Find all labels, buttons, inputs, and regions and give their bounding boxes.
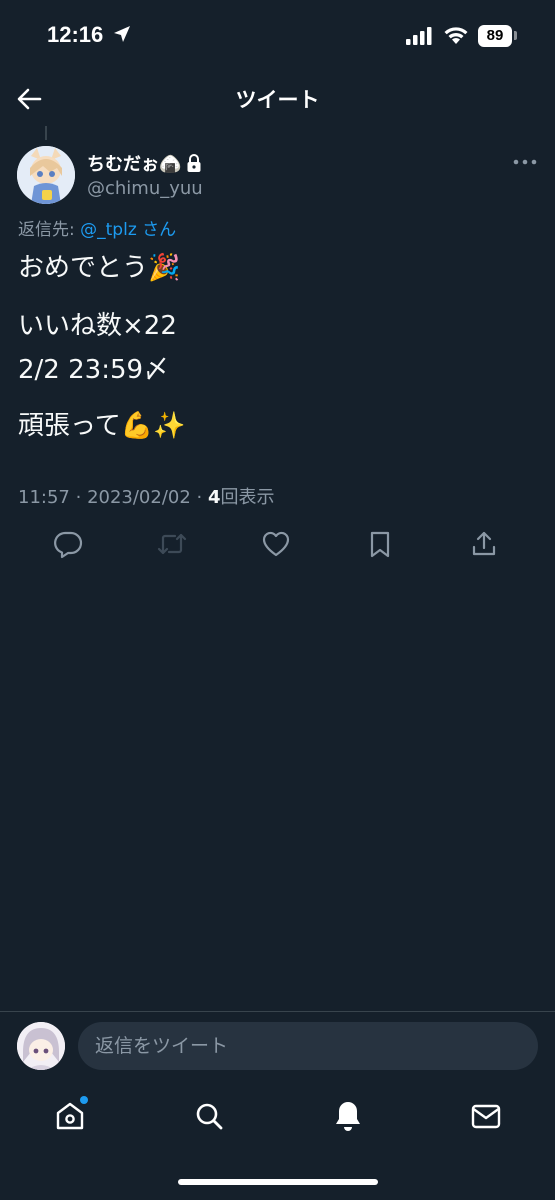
battery-level: 89 [478,25,512,47]
tweet-text-line-1: おめでとう🎉 [18,253,181,283]
share-button[interactable] [466,526,502,562]
author-avatar[interactable] [17,146,75,204]
status-bar: 12:16 89 [0,0,555,72]
tweet-text-line-3: 2/2 23:59〆 [18,355,170,385]
retweet-button[interactable] [154,526,190,562]
compose-divider [0,1011,555,1012]
tab-search[interactable] [189,1096,229,1136]
view-label: 回表示 [220,487,275,508]
tab-notifications[interactable] [328,1096,368,1136]
reply-to-prefix: 返信先: [18,220,81,240]
tweet-date: 2023/02/02 [87,487,191,508]
top-header: ツイート [0,72,555,124]
page-title: ツイート [235,88,320,112]
reply-to-line: 返信先: @_tplz さん [18,215,176,240]
more-options-button[interactable] [512,152,538,172]
share-icon [472,531,496,556]
thread-connector-line [45,126,47,140]
tab-home[interactable] [50,1096,90,1136]
avatar-illustration [17,146,75,204]
tweet-text-line-4: 頑張って💪✨ [18,411,186,441]
like-button[interactable] [258,526,294,562]
wifi-icon [444,27,468,44]
more-dots-icon [513,159,537,165]
reply-to-suffix: さん [136,220,177,240]
home-notification-dot [80,1096,88,1104]
home-indicator [178,1179,378,1185]
bookmark-icon [370,531,390,558]
comment-icon [54,531,83,559]
author-name-row: ちむだぉ🍙 [87,150,203,176]
cellular-signal-icon [406,27,432,45]
reply-input[interactable] [78,1022,538,1070]
status-time: 12:16 [47,22,104,47]
tweet-time: 11:57 [18,487,70,508]
author-handle[interactable]: @chimu_yuu [87,178,203,199]
bottom-tab-bar [0,1088,555,1148]
home-icon [56,1102,84,1130]
bell-icon [336,1102,360,1131]
my-avatar[interactable] [17,1022,65,1070]
battery-tip [514,31,517,40]
location-arrow-icon [114,26,130,42]
my-avatar-illustration [17,1022,65,1070]
tweet-text-line-2: いいね数×22 [18,311,177,341]
meta-separator: · [196,487,208,508]
retweet-icon [157,533,187,555]
bookmark-button[interactable] [362,526,398,562]
reply-to-mention[interactable]: @_tplz [80,220,137,240]
meta-separator: · [75,487,88,508]
author-display-name[interactable]: ちむだぉ🍙 [87,150,181,176]
heart-icon [262,531,290,557]
reply-button[interactable] [50,526,86,562]
tweet-metadata: 11:57 · 2023/02/02 · 4回表示 [18,483,275,509]
tweet-action-bar [0,522,555,566]
mail-icon [471,1104,501,1129]
search-icon [196,1103,223,1130]
view-count: 4 [208,487,221,508]
lock-icon [187,154,201,172]
tab-messages[interactable] [466,1096,506,1136]
